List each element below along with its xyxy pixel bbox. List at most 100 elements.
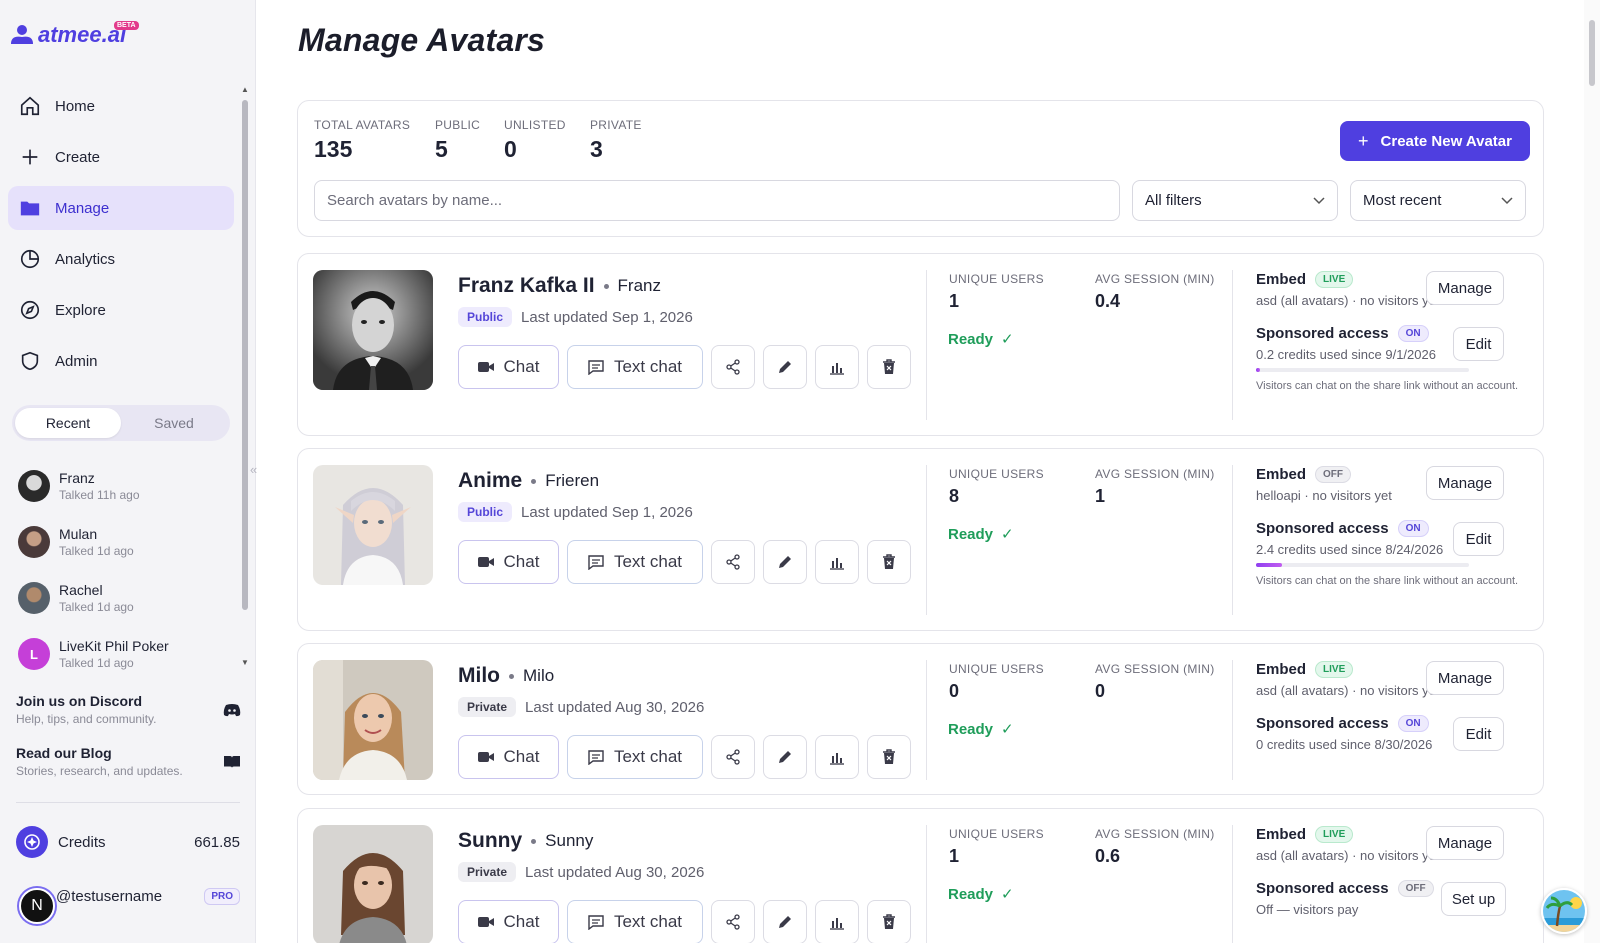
nav-item-admin[interactable]: Admin [8,339,234,383]
delete-button[interactable] [867,345,911,389]
section-divider [926,465,927,615]
chat-button[interactable]: Chat [458,735,559,779]
filters-select[interactable]: All filters [1132,180,1338,221]
avatar-meta: Public Last updated Sep 1, 2026 [458,502,693,522]
text-chat-button[interactable]: Text chat [567,735,703,779]
metric-label: UNIQUE USERS [949,467,1044,481]
section-divider [1232,270,1233,420]
embed-title: Embed [1256,661,1307,678]
stat-private: PRIVATE 3 [590,118,642,163]
edit-button[interactable] [763,540,807,584]
avatar-photo[interactable] [313,660,433,780]
sort-select[interactable]: Most recent [1350,180,1526,221]
chat-label: Chat [503,912,540,931]
nav-item-manage[interactable]: Manage [8,186,234,230]
avatar-card: Sunny Sunny Private Last updated Aug 30,… [297,808,1544,943]
manage-embed-button[interactable]: Manage [1426,271,1504,305]
delete-button[interactable] [867,735,911,779]
edit-button[interactable] [763,345,807,389]
avatar-name[interactable]: Sunny [458,829,522,853]
text-chat-button[interactable]: Text chat [567,900,703,943]
edit-button[interactable] [763,735,807,779]
nav-item-home[interactable]: Home [8,84,234,128]
recent-time: Talked 1d ago [59,600,134,614]
share-button[interactable] [711,540,755,584]
tab-recent[interactable]: Recent [15,408,121,438]
discord-promo[interactable]: Join us on Discord Help, tips, and commun… [16,693,241,726]
recent-item[interactable]: Franz Talked 11h ago [18,458,233,514]
scroll-up-icon[interactable]: ▲ [241,85,249,94]
chat-button[interactable]: Chat [458,540,559,584]
page-scroll-thumb[interactable] [1589,20,1595,86]
credits-usage-bar [1256,368,1469,372]
recent-saved-tabs: Recent Saved [12,405,230,441]
manage-embed-button[interactable]: Manage [1426,466,1504,500]
manage-embed-button[interactable]: Manage [1426,826,1504,860]
share-button[interactable] [711,900,755,943]
nav-label: Admin [55,352,98,370]
assistant-bubble[interactable] [1541,888,1587,934]
sidebar-scroll-thumb[interactable] [242,100,248,610]
setup-sponsored-button[interactable]: Set up [1441,882,1506,916]
recent-name: Mulan [59,526,98,542]
delete-button[interactable] [867,900,911,943]
credits-label: Credits [58,833,106,851]
credits-usage-fill [1256,563,1282,567]
embed-title: Embed [1256,271,1307,288]
edit-sponsored-button[interactable]: Edit [1453,522,1504,556]
recent-item[interactable]: Mulan Talked 1d ago [18,514,233,570]
analytics-button[interactable] [815,345,859,389]
credits-row[interactable]: Credits 661.85 [16,826,240,858]
metric-value: 1 [949,291,960,311]
nav-item-create[interactable]: Create [8,135,234,179]
create-avatar-button[interactable]: + Create New Avatar [1340,121,1530,161]
text-chat-button[interactable]: Text chat [567,540,703,584]
edit-button[interactable] [763,900,807,943]
sidebar-scrollbar[interactable]: ▲ ▼ [241,85,249,668]
beta-badge: BETA [114,21,139,30]
avatar-photo[interactable] [313,465,433,585]
page-scrollbar[interactable] [1584,0,1600,943]
scroll-down-icon[interactable]: ▼ [241,658,249,667]
blog-promo[interactable]: Read our Blog Stories, research, and upda… [16,745,241,778]
brand-logo[interactable]: atmee.ai BETA [10,21,139,48]
chat-button[interactable]: Chat [458,900,559,943]
recent-name: Rachel [59,582,103,598]
share-button[interactable] [711,735,755,779]
analytics-button[interactable] [815,900,859,943]
avatar [18,582,50,614]
edit-sponsored-button[interactable]: Edit [1453,327,1504,361]
avatar-name[interactable]: Anime [458,469,522,493]
tab-saved[interactable]: Saved [121,408,227,438]
avatar-photo[interactable] [313,825,433,943]
embed-title: Embed [1256,826,1307,843]
text-chat-button[interactable]: Text chat [567,345,703,389]
avatar-name[interactable]: Milo [458,664,500,688]
avatar-photo[interactable] [313,270,433,390]
unique-users-metric: UNIQUE USERS 8 [949,467,1044,507]
metric-value: 1 [949,846,960,866]
trash-icon [883,749,895,764]
collapse-sidebar-icon[interactable]: « [250,462,257,477]
avatar-name[interactable]: Franz Kafka II [458,274,595,298]
share-button[interactable] [711,345,755,389]
compass-icon [20,300,40,320]
stat-unlisted: UNLISTED 0 [504,118,566,163]
delete-button[interactable] [867,540,911,584]
manage-embed-button[interactable]: Manage [1426,661,1504,695]
edit-sponsored-button[interactable]: Edit [1453,717,1504,751]
chat-button[interactable]: Chat [458,345,559,389]
analytics-button[interactable] [815,735,859,779]
recent-item[interactable]: Rachel Talked 1d ago [18,570,233,626]
recent-item[interactable]: L LiveKit Phil Poker Talked 1d ago [18,626,233,682]
nav-item-explore[interactable]: Explore [8,288,234,332]
user-avatar-button[interactable]: N [19,888,55,924]
unique-users-metric: UNIQUE USERS 0 [949,662,1044,702]
avatar-card: Franz Kafka II Franz Public Last updated… [297,253,1544,436]
search-input[interactable]: Search avatars by name... [314,180,1120,221]
nav-item-analytics[interactable]: Analytics [8,237,234,281]
video-icon [477,557,494,567]
analytics-button[interactable] [815,540,859,584]
discord-icon [223,703,241,716]
check-icon: ✓ [1001,886,1014,903]
